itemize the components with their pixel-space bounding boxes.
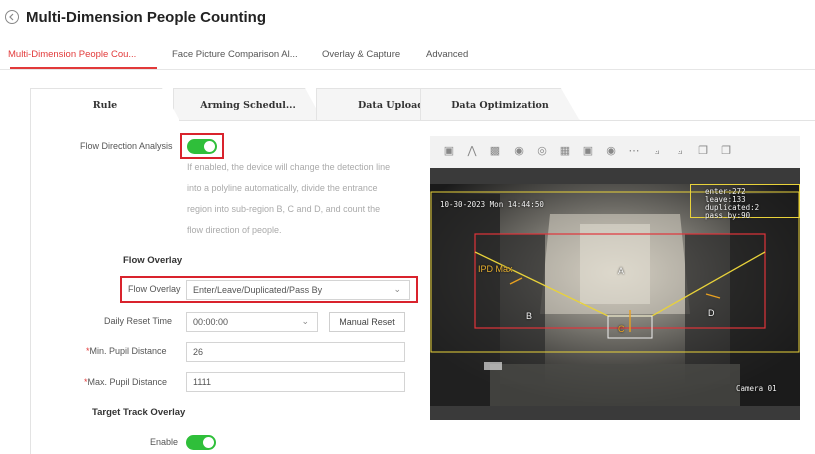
enable-label: Enable [150,437,179,447]
daily-reset-value: 00:00:00 [193,317,229,327]
tab-data-upload-label: Data Upload [358,99,424,111]
fullscreen-icon[interactable]: ⋯ [627,144,641,158]
tab-advanced[interactable]: Advanced [426,49,468,60]
tab-data-optimization-label: Data Optimization [451,99,549,111]
live-view-panel: ▣ ⋀ ▩ ◉ ◎ ▦ ▣ ◉ ⋯ ⟓ ⟓ ❐ ❐ 10-30-2023 Mon… [430,136,800,420]
flow-direction-toggle[interactable] [187,139,217,154]
polyline-icon[interactable]: ⋀ [465,144,479,158]
hint-line-2: into a polyline automatically, divide th… [187,183,378,193]
region-c-label: C [618,324,625,334]
daily-reset-label: Daily Reset Time [104,316,173,326]
tab-rule-label: Rule [92,99,118,111]
manual-reset-button[interactable]: Manual Reset [329,312,405,332]
max-pupil-value: 1111 [193,377,212,387]
toggle-knob [203,437,214,448]
min-pupil-label: *Min. Pupil Distance [86,346,167,356]
region-a-label: A [618,266,625,276]
video-timestamp: 10-30-2023 Mon 14:44:50 [440,200,544,209]
flow-overlay-label: Flow Overlay [128,284,181,294]
camera-icon[interactable]: ▣ [581,144,595,158]
record-icon[interactable]: ◉ [604,144,618,158]
toggle-knob [204,141,215,152]
tab-arming-schedule-label: Arming Schedul... [200,99,296,111]
back-icon[interactable] [5,10,19,24]
delete-icon[interactable]: ▦ [558,144,572,158]
stat-passby: pass by:90 [705,211,751,220]
min-pupil-value: 26 [193,347,204,357]
hint-line-3: region into sub-region B, C and D, and c… [187,204,381,214]
flow-direction-label: Flow Direction Analysis [80,141,173,151]
snapshot-icon[interactable]: ▣ [442,144,456,158]
zoom-in-icon[interactable]: ⟓ [650,144,664,158]
face-min-icon[interactable]: ◎ [535,144,549,158]
tab-multi-dimension[interactable]: Multi-Dimension People Cou... [8,49,136,60]
hint-line-1: If enabled, the device will change the d… [187,162,391,172]
max-pupil-distance-input[interactable]: 1111 [186,372,405,392]
region-b-label: B [526,311,533,321]
tab-overlay-capture[interactable]: Overlay & Capture [322,49,400,60]
hint-line-4: flow direction of people. [187,225,282,235]
manual-reset-label: Manual Reset [339,317,395,327]
flow-overlay-select[interactable]: Enter/Leave/Duplicated/Pass By ⌄ [186,280,410,300]
active-tab-indicator [10,67,157,69]
video-frame[interactable]: 10-30-2023 Mon 14:44:50 enter:272 leave:… [430,184,800,406]
target-track-enable-toggle[interactable] [186,435,216,450]
region-d-label: D [708,308,715,318]
rectangle-icon[interactable]: ▩ [488,144,502,158]
tab-data-optimization[interactable]: Data Optimization [420,88,580,121]
tab-arming-schedule[interactable]: Arming Schedul... [173,88,323,121]
chevron-down-icon: ⌄ [301,316,309,326]
window-icon[interactable]: ❐ [719,144,733,158]
page-header: Multi-Dimension People Counting [0,0,815,34]
camera-label: Camera 01 [736,384,777,393]
face-max-icon[interactable]: ◉ [512,144,526,158]
top-tab-bar: Multi-Dimension People Cou... Face Pictu… [0,38,815,70]
flow-overlay-value: Enter/Leave/Duplicated/Pass By [193,285,323,295]
ipd-max-label: IPD Max [478,264,513,274]
max-pupil-label-text: Max. Pupil Distance [87,377,168,387]
chevron-down-icon: ⌄ [393,284,401,294]
page-title: Multi-Dimension People Counting [26,9,266,26]
min-pupil-label-text: Min. Pupil Distance [89,346,167,356]
tab-rule[interactable]: Rule [30,88,180,121]
flow-overlay-section-title: Flow Overlay [123,255,183,266]
tab-face-comparison[interactable]: Face Picture Comparison Al... [172,49,298,60]
zoom-out-icon[interactable]: ⟓ [673,144,687,158]
max-pupil-label: *Max. Pupil Distance [84,377,167,387]
video-toolbar: ▣ ⋀ ▩ ◉ ◎ ▦ ▣ ◉ ⋯ ⟓ ⟓ ❐ ❐ [430,136,800,168]
daily-reset-time-picker[interactable]: 00:00:00 ⌄ [186,312,318,332]
copy-icon[interactable]: ❐ [696,144,710,158]
min-pupil-distance-input[interactable]: 26 [186,342,405,362]
target-track-section-title: Target Track Overlay [92,407,186,418]
